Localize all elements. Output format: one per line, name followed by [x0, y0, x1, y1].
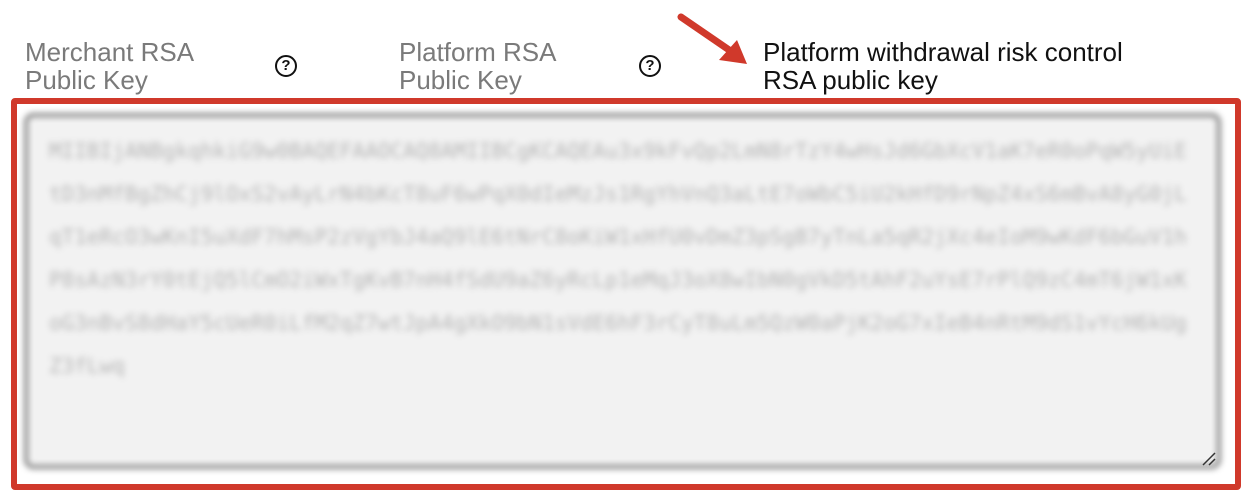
question-circle-icon[interactable]: ? — [275, 55, 297, 77]
tab-platform-rsa-public-key[interactable]: Platform RSA Public Key — [399, 38, 557, 94]
rsa-public-key-textarea[interactable]: MIIBIjANBgkqhkiG9w0BAQEFAAOCAQ8AMIIBCgKC… — [25, 114, 1220, 468]
resize-handle-icon[interactable] — [1200, 450, 1216, 466]
tab-platform-withdrawal-risk-control-rsa-public-key[interactable]: Platform withdrawal risk control RSA pub… — [763, 38, 1123, 94]
annotation-arrow-icon — [677, 13, 747, 64]
question-circle-icon[interactable]: ? — [639, 55, 661, 77]
rsa-key-settings: Merchant RSA Public Key ? Platform RSA P… — [0, 0, 1246, 502]
tab-merchant-rsa-public-key[interactable]: Merchant RSA Public Key — [25, 38, 194, 94]
